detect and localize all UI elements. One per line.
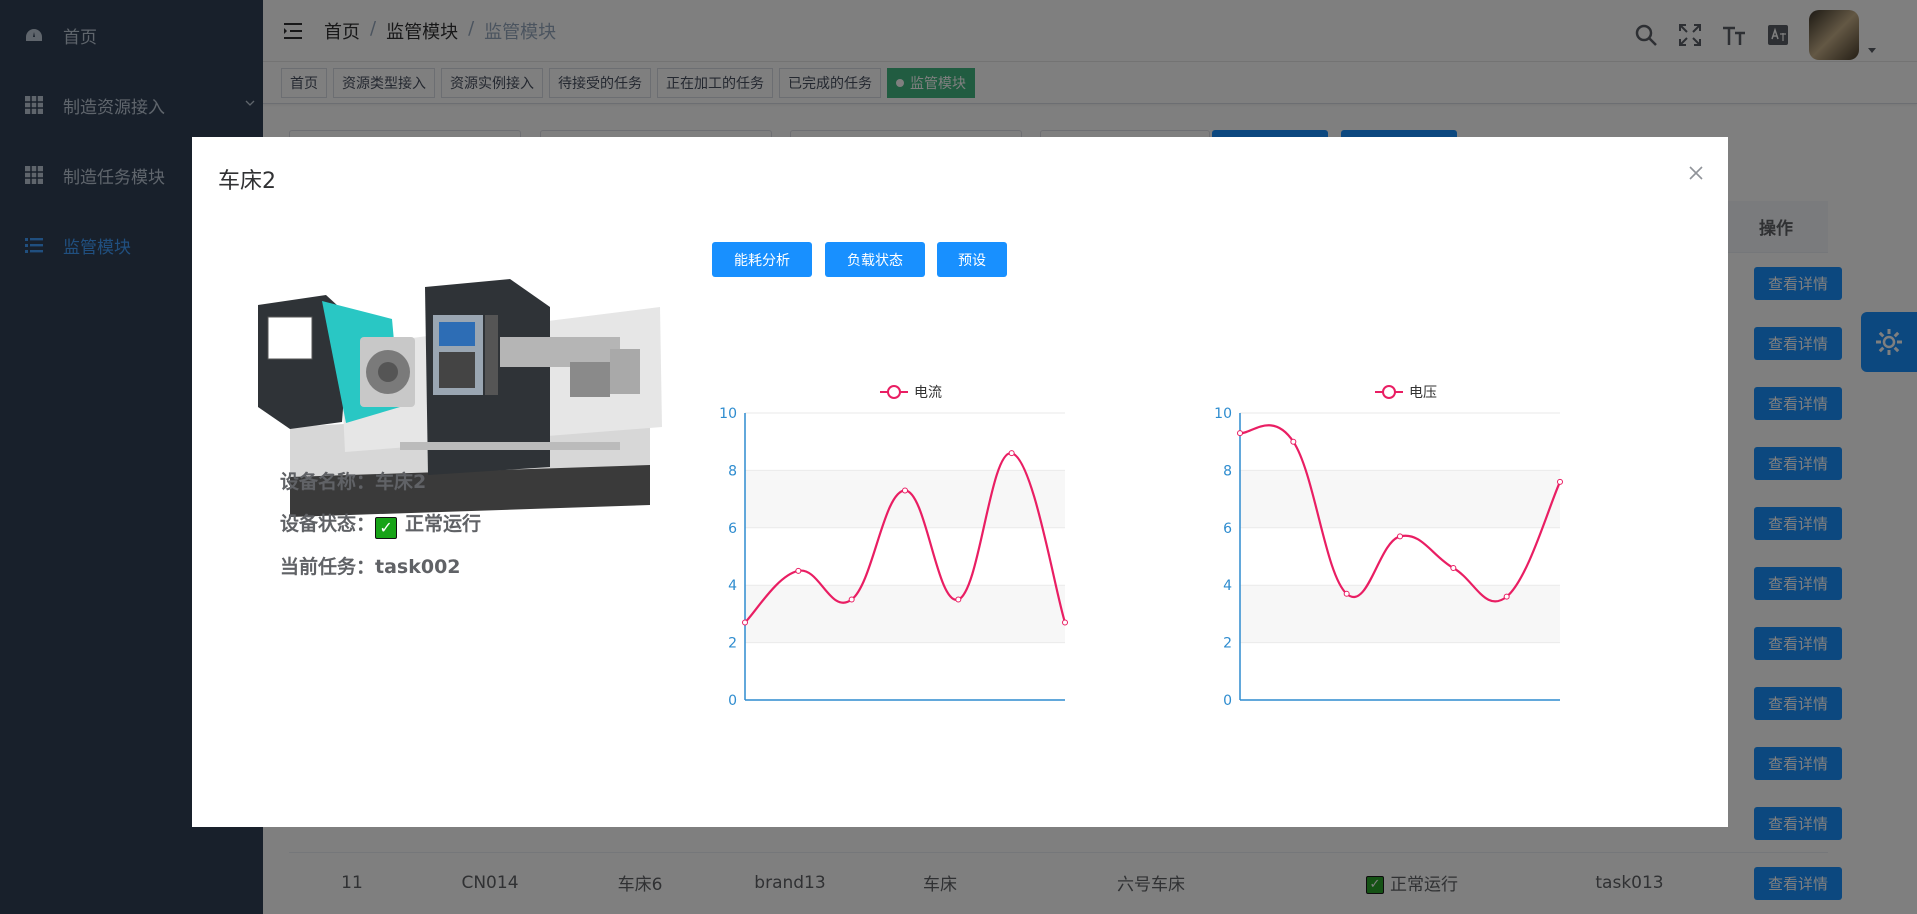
data-point	[1008, 450, 1015, 457]
data-point	[1290, 438, 1297, 445]
y-tick-label: 0	[1223, 693, 1232, 707]
current-chart: 0246810MonTueWedThuFriSatSun电流	[719, 385, 1068, 707]
y-tick-label: 2	[728, 636, 737, 652]
data-point	[1450, 564, 1457, 571]
data-point	[1062, 619, 1068, 626]
y-tick-label: 0	[728, 693, 737, 707]
data-point	[795, 567, 802, 574]
y-tick-label: 10	[719, 406, 737, 422]
device-name-row: 设备名称：车床2	[280, 471, 427, 493]
device-status-row: 设备状态： ✓ 正常运行	[280, 513, 482, 539]
grid-band	[1240, 470, 1560, 528]
data-point	[902, 487, 908, 494]
data-point	[1557, 478, 1563, 485]
device-dialog: 车床2 设备名称：车床2 设备状态： ✓ 正常运行 当前任务：task002 能耗分…	[192, 137, 1728, 827]
device-name: 车床2	[375, 471, 427, 493]
current-task-row: 当前任务：task002	[280, 556, 461, 578]
grid-band	[1240, 585, 1560, 643]
preset-button[interactable]: 预设	[937, 242, 1007, 277]
close-icon[interactable]	[1688, 165, 1704, 181]
y-tick-label: 8	[728, 463, 737, 479]
energy-analysis-button[interactable]: 能耗分析	[712, 242, 812, 277]
grid-band	[745, 585, 1065, 643]
y-tick-label: 4	[728, 578, 737, 594]
data-point	[1343, 590, 1350, 597]
voltage-chart: 0246810MonTueWedThuFriSatSun电压	[1214, 385, 1563, 707]
y-tick-label: 2	[1223, 636, 1232, 652]
y-tick-label: 10	[1214, 406, 1232, 422]
legend-marker	[887, 385, 901, 399]
load-status-button[interactable]: 负载状态	[825, 242, 925, 277]
current-task: task002	[375, 556, 461, 578]
data-point	[955, 596, 962, 603]
dialog-title: 车床2	[218, 169, 276, 194]
y-tick-label: 6	[728, 521, 737, 537]
legend-label: 电压	[1409, 385, 1437, 401]
grid-band	[745, 470, 1065, 528]
y-tick-label: 4	[1223, 578, 1232, 594]
device-status: 正常运行	[405, 513, 482, 535]
legend-marker	[1382, 385, 1396, 399]
data-point	[742, 619, 748, 626]
y-tick-label: 6	[1223, 521, 1232, 537]
data-point	[848, 596, 855, 603]
y-tick-label: 8	[1223, 463, 1232, 479]
data-point	[1397, 533, 1403, 540]
data-point	[1237, 430, 1243, 437]
legend-label: 电流	[914, 385, 942, 401]
check-icon: ✓	[375, 517, 398, 539]
data-point	[1503, 593, 1510, 600]
